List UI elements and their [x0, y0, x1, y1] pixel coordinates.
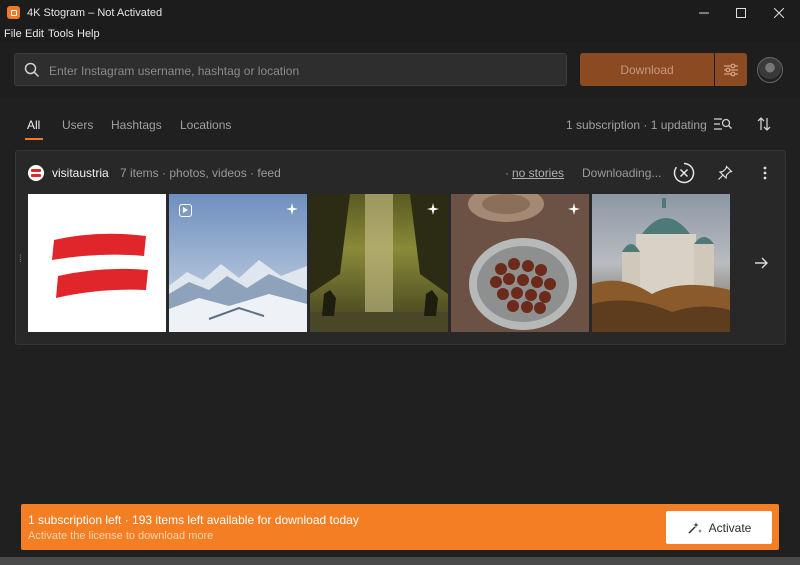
maximize-button[interactable] [723, 0, 759, 26]
cancel-download-button[interactable] [672, 161, 696, 185]
menu-tools[interactable]: Tools [48, 28, 74, 40]
minimize-icon [699, 12, 709, 14]
activate-button[interactable]: Activate [666, 511, 772, 544]
cancel-circle-icon [673, 162, 695, 184]
account-avatar-icon [28, 165, 44, 181]
activate-icon [688, 521, 702, 533]
more-vertical-icon [763, 166, 767, 180]
menu-help[interactable]: Help [77, 28, 100, 40]
account-name[interactable]: visitaustria [52, 166, 109, 180]
window-title: 4K Stogram – Not Activated [27, 7, 163, 19]
tab-all[interactable]: All [27, 118, 40, 132]
next-items-button[interactable] [751, 253, 771, 273]
search-icon [24, 62, 40, 78]
church-image [592, 198, 730, 332]
user-avatar[interactable] [757, 57, 783, 83]
arrow-right-icon [755, 257, 768, 269]
media-thumbnail[interactable] [592, 194, 730, 332]
subscriptions-status: 1 subscription · 1 updating [566, 118, 707, 132]
filter-search-button[interactable] [712, 115, 734, 133]
app-window: 4K Stogram – Not Activated File Edit Too… [0, 0, 800, 557]
minimize-button[interactable] [686, 0, 722, 26]
media-thumbnail[interactable] [451, 194, 589, 332]
drag-handle-icon[interactable]: ⁞ [19, 255, 22, 265]
sparkle-icon [427, 203, 439, 215]
filter-search-icon [714, 118, 732, 130]
toolbar: Download [0, 42, 800, 98]
sort-button[interactable] [754, 115, 774, 133]
tab-hashtags[interactable]: Hashtags [111, 118, 162, 132]
media-thumbnail[interactable] [169, 194, 307, 332]
download-settings-button[interactable] [715, 53, 747, 86]
sort-icon [757, 117, 771, 131]
tab-users[interactable]: Users [62, 118, 93, 132]
maximize-icon [736, 8, 746, 18]
more-options-button[interactable] [757, 163, 773, 183]
app-logo-icon [7, 6, 20, 19]
sparkle-icon [568, 203, 580, 215]
subscription-card[interactable]: visitaustria 7 items · photos, videos · … [15, 150, 786, 345]
download-button[interactable]: Download [580, 53, 714, 86]
search-box[interactable] [14, 53, 567, 87]
reel-icon [179, 204, 192, 217]
media-thumbnail[interactable] [28, 194, 166, 332]
menu-bar: File Edit Tools Help [0, 26, 800, 42]
menu-file[interactable]: File [4, 28, 22, 40]
banner-hint-text: Activate the license to download more [28, 530, 214, 542]
title-bar: 4K Stogram – Not Activated [0, 0, 800, 26]
activation-banner: 1 subscription left · 193 items left ava… [21, 504, 779, 550]
activate-label: Activate [708, 520, 752, 535]
active-tab-indicator [25, 138, 43, 140]
sliders-icon [724, 63, 738, 76]
close-window-button[interactable] [761, 0, 797, 26]
pin-button[interactable] [715, 163, 735, 183]
tab-locations[interactable]: Locations [180, 118, 231, 132]
download-status: Downloading... [582, 166, 662, 180]
media-thumbnail[interactable] [310, 194, 448, 332]
account-meta: 7 items · photos, videos · feed [120, 166, 281, 180]
banner-limits-text: 1 subscription left · 193 items left ava… [28, 513, 359, 527]
austria-flag-image [52, 233, 148, 298]
search-input[interactable] [47, 54, 551, 87]
menu-edit[interactable]: Edit [25, 28, 44, 40]
pin-icon [718, 165, 733, 180]
close-icon [774, 8, 784, 18]
stories-separator: · [505, 166, 509, 180]
stories-link[interactable]: no stories [512, 166, 564, 180]
sparkle-icon [286, 203, 298, 215]
